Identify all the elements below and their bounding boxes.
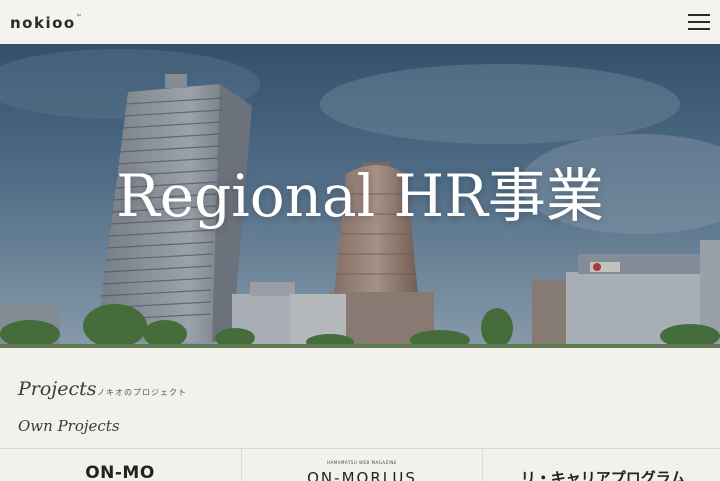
- project-card-label: リ・キャリアプログラム: [520, 469, 686, 481]
- own-projects-heading: Own Projects: [18, 417, 120, 435]
- trademark-mark: ™: [75, 14, 84, 21]
- projects-subheading: ノキオのプロジェクト: [97, 388, 187, 397]
- project-card-re-career[interactable]: リ・キャリアプログラム: [482, 449, 720, 481]
- menu-bar: [688, 21, 710, 23]
- project-card-label: ON-MORLUS: [307, 469, 417, 481]
- menu-bar: [688, 14, 710, 16]
- project-card-on-morlus[interactable]: HAMAMATSU WEB MAGAZINE ON-MORLUS: [241, 449, 482, 481]
- site-header: nokioo™: [0, 0, 720, 44]
- project-card-label: ON-MO: [85, 463, 155, 481]
- project-card-tagline: HAMAMATSU WEB MAGAZINE: [327, 460, 397, 465]
- projects-heading: Projects: [18, 378, 97, 400]
- hero-title: Regional HR事業: [116, 162, 604, 230]
- logo-text: nokioo: [10, 14, 76, 32]
- nokioo-logo[interactable]: nokioo™: [10, 14, 83, 32]
- project-card-on-mo[interactable]: ON-MO: [0, 449, 240, 481]
- hamburger-menu-icon[interactable]: [688, 13, 710, 31]
- menu-bar: [688, 28, 710, 30]
- project-cards: ON-MO HAMAMATSU WEB MAGAZINE ON-MORLUS リ…: [0, 448, 720, 481]
- hero-banner: Regional HR事業: [0, 44, 720, 348]
